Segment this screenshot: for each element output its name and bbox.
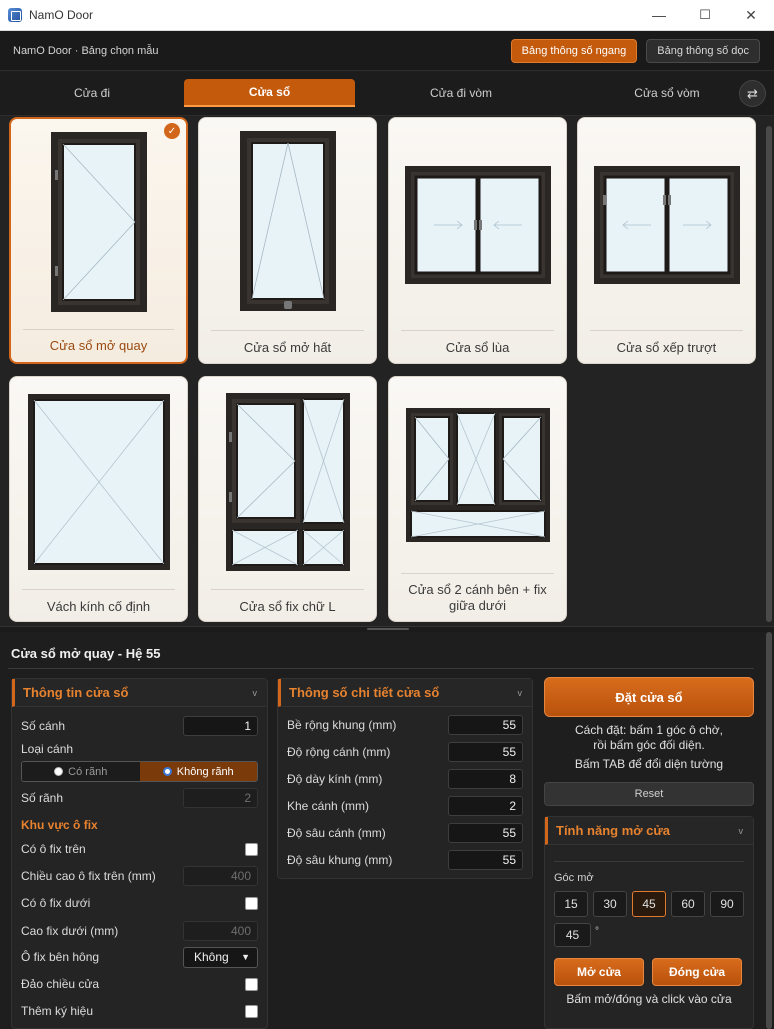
awning-window-illustration [199,118,376,324]
place-hint-2: rồi bấm góc đối diện. [593,738,705,752]
card-label: Cửa sổ mở hất [243,340,332,355]
be-rong-khung-input[interactable]: 55 [448,715,523,735]
sliding-window-illustration [389,118,566,332]
card-label: Cửa sổ fix chữ L [239,599,336,614]
swap-icon[interactable]: ⇄ [739,80,766,107]
angle-label: Góc mở [554,872,594,884]
co-fix-duoi-label: Có ô fix dưới [21,896,91,910]
open-hint: Bấm mở/đóng và click vào cửa [566,992,732,1006]
tab-cua-di[interactable]: Cửa đi [8,79,176,107]
angle-30-button[interactable]: 30 [593,891,627,917]
co-fix-tren-label: Có ô fix trên [21,842,86,856]
loai-canh-label: Loại cánh [21,742,74,756]
l-fix-window-illustration [199,377,376,587]
detail-title: Cửa sổ mở quay - Hệ 55 [11,646,161,661]
app-logo-icon [8,8,22,22]
minimize-button[interactable]: — [636,0,682,31]
dao-chieu-label: Đảo chiều cửa [21,977,100,991]
chieu-cao-fix-tren-input[interactable]: 400 [183,866,258,886]
chevron-down-icon[interactable]: v [253,688,258,698]
checkmark-icon: ✓ [164,123,180,139]
property-area: Cửa sổ mở quay - Hệ 55 Thông tin cửa sổ … [0,632,774,1029]
card-cua-so-fix-chu-l[interactable]: Cửa sổ fix chữ L [198,376,377,622]
degree-symbol: ° [595,926,599,937]
angle-45-button[interactable]: 45 [632,891,666,917]
card-cua-so-mo-quay[interactable]: Cửa sổ mở quay ✓ [9,117,188,364]
chevron-down-icon: ▼ [241,952,250,962]
card-cua-so-xep-truot[interactable]: Cửa sổ xếp trượt [577,117,756,364]
category-tabs: Cửa đi Cửa sổ Cửa đi vòm Cửa sổ vòm ⇄ [0,72,774,116]
close-button[interactable]: ✕ [728,0,774,31]
dao-chieu-checkbox[interactable] [245,977,258,991]
angle-input[interactable]: 45 [554,923,591,947]
card-label: Cửa sổ xếp trượt [616,340,717,355]
chevron-down-icon[interactable]: v [739,826,744,836]
chevron-down-icon[interactable]: v [518,688,523,698]
place-window-button[interactable]: Đặt cửa sổ [544,677,754,717]
card-label: Cửa sổ lùa [445,340,510,355]
info-panel-header[interactable]: Thông tin cửa sổ v [12,679,267,707]
app-header: NamO Door · Bảng chọn mẫu Bảng thông số … [0,31,774,71]
open-panel-header[interactable]: Tính năng mở cửa v [545,817,753,845]
them-ky-hieu-label: Thêm ký hiệu [21,1004,94,1018]
so-ranh-input[interactable]: 2 [183,788,258,808]
them-ky-hieu-checkbox[interactable] [245,1004,258,1018]
breadcrumb: NamO Door · Bảng chọn mẫu [13,44,159,57]
close-door-button[interactable]: Đóng cửa [652,958,742,986]
tab-cua-so[interactable]: Cửa sổ [184,79,355,107]
two-sash-fix-window-illustration [389,377,566,573]
co-fix-duoi-checkbox[interactable] [245,896,258,910]
place-hint-3: Bấm TAB để đổi diện tường [574,757,724,771]
angle-90-button[interactable]: 90 [710,891,744,917]
angle-15-button[interactable]: 15 [554,891,588,917]
angle-60-button[interactable]: 60 [671,891,705,917]
card-cua-so-2-canh-fix[interactable]: Cửa sổ 2 cánh bên + fix giữa dưới [388,376,567,622]
do-sau-canh-input[interactable]: 55 [448,823,523,843]
property-scrollbar[interactable] [766,632,772,1029]
place-hint-1: Cách đặt: bấm 1 góc ô chờ, [575,723,723,737]
folding-window-illustration [578,118,755,332]
horizontal-spec-button[interactable]: Bảng thông số ngang [510,38,638,63]
maximize-button[interactable]: ☐ [682,0,728,31]
grid-scrollbar[interactable] [766,126,772,622]
vertical-spec-button[interactable]: Bảng thông số dọc [646,38,760,63]
khe-canh-input[interactable]: 2 [448,796,523,816]
reset-button[interactable]: Reset [544,782,754,806]
open-door-button[interactable]: Mở cửa [554,958,644,986]
detail-panel-header[interactable]: Thông số chi tiết cửa sổ v [278,679,532,707]
window-title: NamO Door [29,8,94,22]
option-khong-ranh[interactable]: Không rãnh [139,762,257,781]
card-cua-so-lua[interactable]: Cửa sổ lùa [388,117,567,364]
card-label: Vách kính cố định [46,599,151,614]
fixed-glass-illustration [10,377,187,587]
open-panel-title: Tính năng mở cửa [556,823,670,838]
cao-fix-duoi-input[interactable]: 400 [183,921,258,941]
info-panel: Thông tin cửa sổ v Số cánh 1 Loại cánh C… [11,678,268,1029]
casement-window-illustration [11,119,186,325]
loai-canh-toggle: Có rãnh Không rãnh [21,761,258,782]
card-vach-kinh-co-dinh[interactable]: Vách kính cố định [9,376,188,622]
do-sau-khung-input[interactable]: 55 [448,850,523,870]
template-grid: Cửa sổ mở quay ✓ Cửa sổ mở hất Cửa sổ lù… [0,116,774,626]
fix-ben-hong-select[interactable]: Không ▼ [183,946,258,968]
info-panel-title: Thông tin cửa sổ [23,685,129,700]
detail-panel: Thông số chi tiết cửa sổ v Bề rộng khung… [277,678,533,879]
title-bar: NamO Door — ☐ ✕ [0,0,774,31]
card-label: Cửa sổ 2 cánh bên + fix giữa dưới [408,582,547,613]
tab-cua-so-vom[interactable]: Cửa sổ vòm [567,79,767,107]
card-cua-so-mo-hat[interactable]: Cửa sổ mở hất [198,117,377,364]
do-rong-canh-input[interactable]: 55 [448,742,523,762]
tab-cua-di-vom[interactable]: Cửa đi vòm [363,79,559,107]
fix-section-heading: Khu vực ô fix [21,818,98,832]
card-label: Cửa sổ mở quay [49,338,148,353]
detail-panel-title: Thông số chi tiết cửa sổ [289,685,440,700]
co-fix-tren-checkbox[interactable] [245,842,258,856]
so-canh-input[interactable]: 1 [183,716,258,736]
option-co-ranh[interactable]: Có rãnh [22,762,140,781]
do-day-kinh-input[interactable]: 8 [448,769,523,789]
